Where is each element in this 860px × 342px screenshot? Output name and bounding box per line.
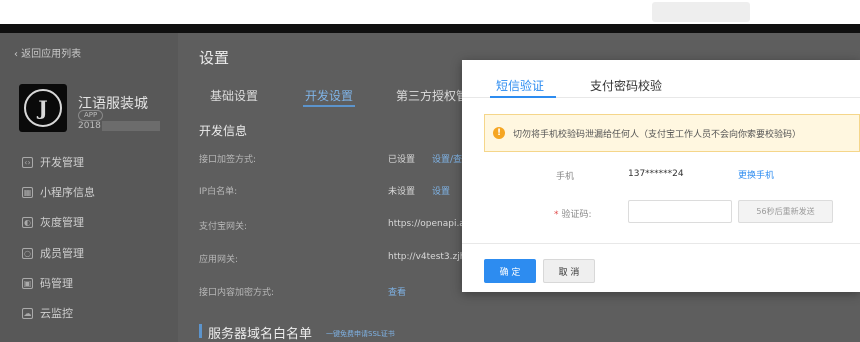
code-icon: ‹› bbox=[22, 156, 33, 168]
verification-code-input[interactable] bbox=[628, 200, 732, 223]
sidebar-item-label: 小程序信息 bbox=[40, 186, 95, 199]
row-label: 应用网关: bbox=[199, 255, 239, 265]
top-dark-bar bbox=[0, 24, 860, 33]
sidebar-item-members[interactable]: ○ 成员管理 bbox=[22, 245, 84, 261]
app-tag-badge: APP bbox=[78, 110, 104, 121]
row-label: 支付宝网关: bbox=[199, 222, 248, 232]
row-value: http://v4test3.zjh bbox=[388, 252, 466, 262]
ssl-cert-link[interactable]: 一键免费申请SSL证书 bbox=[326, 329, 395, 339]
sidebar-item-dev-manage[interactable]: ‹› 开发管理 bbox=[22, 154, 84, 170]
footer-divider bbox=[462, 243, 860, 244]
app-id-redaction bbox=[102, 121, 160, 131]
tab-basic-settings[interactable]: 基础设置 bbox=[210, 87, 258, 104]
active-tab-underline bbox=[490, 96, 556, 98]
row-value: https://openapi.a bbox=[388, 219, 465, 229]
sidebar-item-gray-release[interactable]: ◐ 灰度管理 bbox=[22, 214, 84, 230]
tab-dev-settings[interactable]: 开发设置 bbox=[305, 87, 353, 104]
member-icon: ○ bbox=[22, 247, 33, 259]
logo-mark: J bbox=[24, 89, 62, 127]
sidebar-item-code-manage[interactable]: ▣ 码管理 bbox=[22, 275, 73, 291]
cloud-icon: ☁ bbox=[22, 307, 33, 319]
grid-icon: ▦ bbox=[22, 186, 33, 198]
back-to-app-list-link[interactable]: ‹ 返回应用列表 bbox=[14, 45, 81, 60]
code-manage-icon: ▣ bbox=[22, 277, 33, 289]
sidebar-item-label: 码管理 bbox=[40, 277, 73, 290]
warning-alert: ! 切勿将手机校验码泄漏给任何人（支付宝工作人员不会向你索要校验码） bbox=[484, 114, 860, 152]
alert-text: 切勿将手机校验码泄漏给任何人（支付宝工作人员不会向你索要校验码） bbox=[513, 129, 802, 140]
sidebar-item-miniapp-info[interactable]: ▦ 小程序信息 bbox=[22, 184, 95, 200]
row-value: 已设置 bbox=[388, 155, 416, 165]
tab-sms-verification[interactable]: 短信验证 bbox=[496, 77, 544, 94]
gray-release-icon: ◐ bbox=[22, 216, 33, 228]
section-accent-bar bbox=[199, 324, 202, 338]
phone-label: 手机 bbox=[556, 172, 575, 182]
row-value: 未设置 bbox=[388, 187, 416, 197]
confirm-button[interactable]: 确 定 bbox=[484, 259, 536, 283]
code-label: 验证码: bbox=[561, 210, 592, 220]
app-id: 2018 bbox=[78, 121, 101, 131]
cancel-button[interactable]: 取 消 bbox=[543, 259, 595, 283]
active-tab-underline bbox=[303, 105, 355, 107]
top-right-pill bbox=[652, 2, 750, 22]
row-link[interactable]: 设置/查 bbox=[432, 152, 462, 165]
page-title: 设置 bbox=[199, 49, 230, 67]
server-whitelist-title: 服务器域名白名单 bbox=[208, 327, 313, 342]
sidebar: ‹ 返回应用列表 J 江语服装城 APP 2018 ‹› 开发管理 ▦ 小程序信… bbox=[0, 33, 178, 342]
tab-third-party-auth[interactable]: 第三方授权管 bbox=[396, 87, 468, 104]
resend-code-button[interactable]: 56秒后重新发送 bbox=[738, 200, 833, 223]
row-label: IP白名单: bbox=[199, 187, 238, 197]
change-phone-link[interactable]: 更换手机 bbox=[738, 168, 774, 181]
verification-dialog: 短信验证 支付密码校验 ! 切勿将手机校验码泄漏给任何人（支付宝工作人员不会向你… bbox=[462, 60, 860, 292]
row-label: 接口内容加密方式: bbox=[199, 288, 275, 298]
sidebar-item-label: 灰度管理 bbox=[40, 216, 84, 229]
row-link[interactable]: 查看 bbox=[388, 285, 406, 298]
app-logo: J bbox=[19, 84, 67, 132]
sidebar-item-label: 开发管理 bbox=[40, 156, 84, 169]
sidebar-item-label: 成员管理 bbox=[40, 247, 84, 260]
row-label: 接口加签方式: bbox=[199, 155, 257, 165]
warning-icon: ! bbox=[493, 127, 505, 139]
section-title: 开发信息 bbox=[199, 124, 248, 138]
row-link[interactable]: 设置 bbox=[432, 184, 450, 197]
sidebar-item-cloud-monitor[interactable]: ☁ 云监控 bbox=[22, 305, 73, 321]
tab-pay-password[interactable]: 支付密码校验 bbox=[590, 77, 662, 94]
phone-value: 137******24 bbox=[628, 169, 684, 179]
sidebar-item-label: 云监控 bbox=[40, 307, 73, 320]
required-mark: * bbox=[554, 210, 559, 220]
code-label-row: * 验证码: bbox=[554, 207, 592, 220]
browser-top-strip bbox=[0, 0, 860, 24]
